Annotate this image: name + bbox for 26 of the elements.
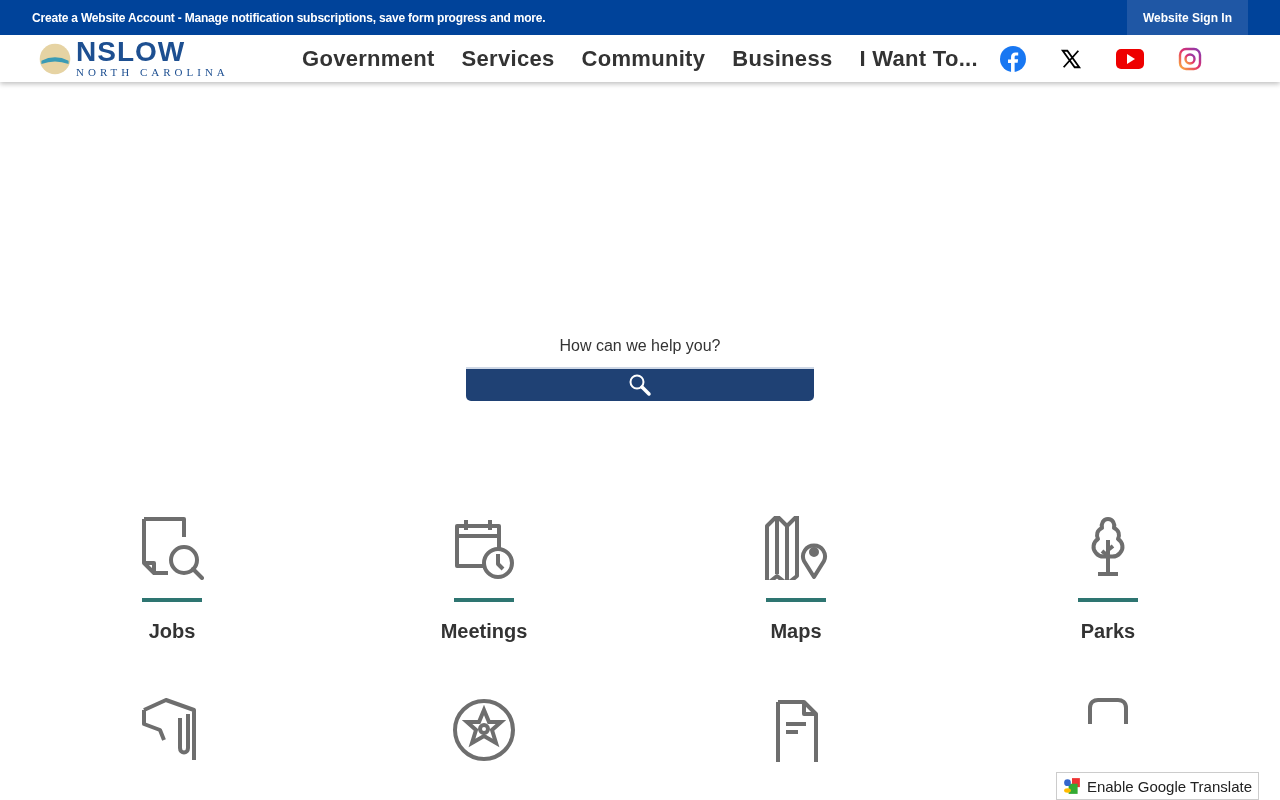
map-pin-icon [764, 516, 828, 580]
search-label: How can we help you? [559, 337, 721, 355]
google-translate-icon [1062, 777, 1081, 795]
x-icon[interactable] [1059, 47, 1082, 70]
logo-emblem-icon [38, 41, 72, 76]
camera-icon[interactable] [1177, 46, 1202, 71]
nav-link[interactable]: Government [302, 45, 435, 72]
play-video-icon[interactable] [1115, 48, 1144, 69]
nav-link[interactable]: Business [732, 45, 833, 72]
create-account-link[interactable]: Create a Website Account - Manage notification subscriptions, save form progress and more. [32, 10, 546, 25]
search-button[interactable] [466, 367, 814, 401]
jobs-search-icon [140, 516, 204, 580]
quick-link-tile[interactable]: Parks [952, 516, 1264, 643]
translate-button[interactable]: Enable Google Translate [1055, 772, 1259, 800]
search-icon [628, 373, 652, 397]
facebook-icon[interactable] [999, 45, 1026, 72]
quick-link-tile[interactable]: Meetings [328, 516, 640, 643]
sign-in-button[interactable]: Website Sign In [1126, 0, 1248, 35]
nav-link[interactable]: Community [581, 45, 706, 72]
nav-link[interactable]: I Want To... [859, 45, 978, 72]
quick-link-tile[interactable]: Maps [640, 516, 952, 643]
nav-link[interactable]: Services [461, 45, 555, 72]
sheriff-badge-icon [452, 698, 516, 762]
logo-wordmark[interactable]: NSLOW [76, 38, 186, 66]
quick-link-tile[interactable]: Jobs [16, 516, 328, 643]
logo-tagline: NORTH CAROLINA [76, 66, 229, 79]
